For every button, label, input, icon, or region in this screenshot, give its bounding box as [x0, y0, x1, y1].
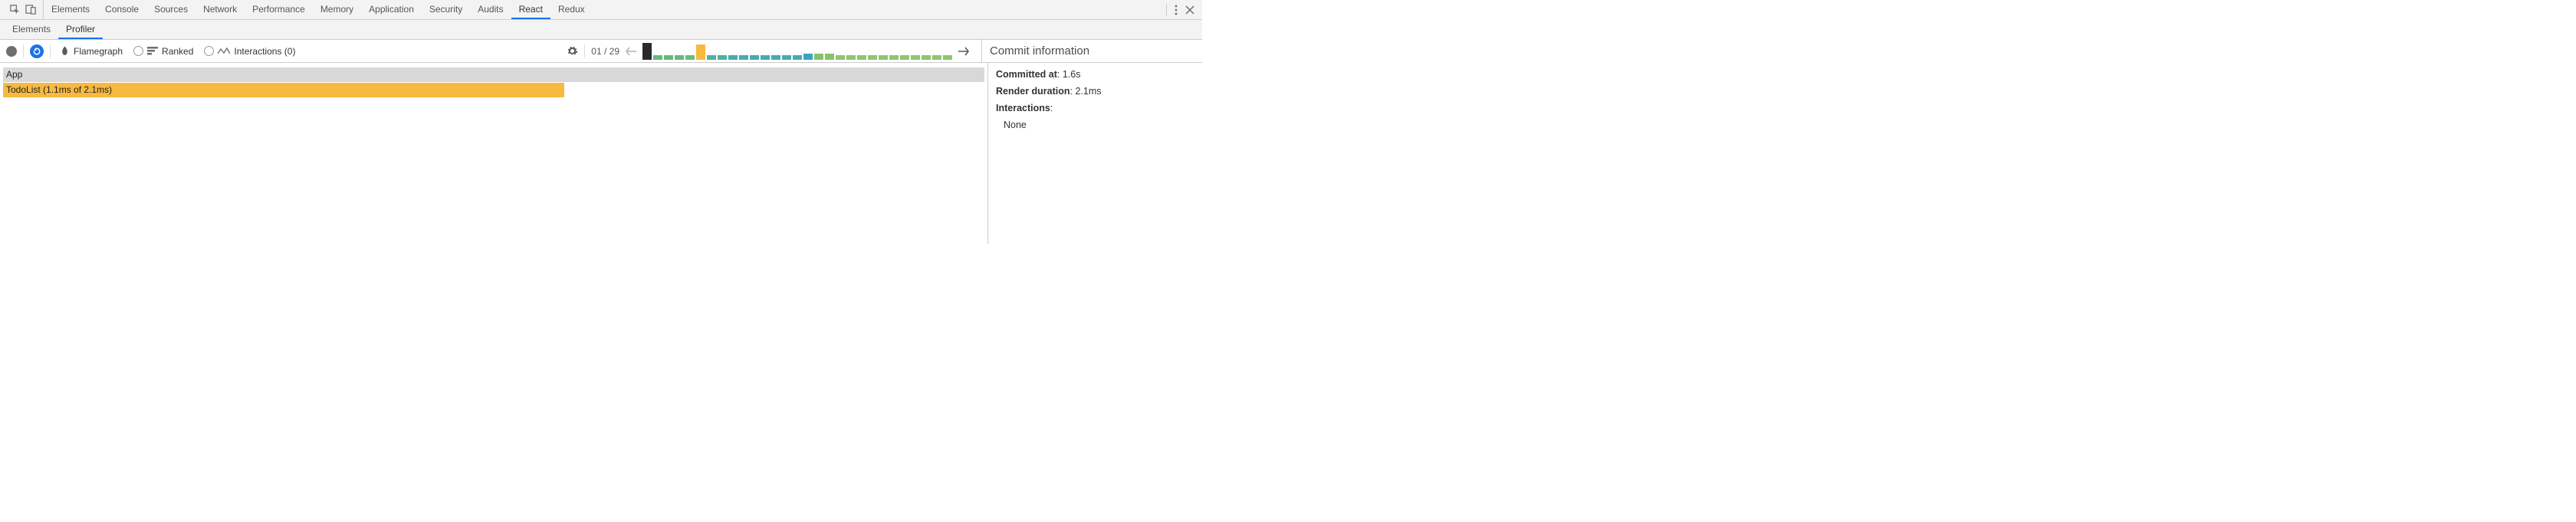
devtools-tab-memory[interactable]: Memory: [313, 0, 361, 19]
inspect-element-icon[interactable]: [9, 4, 21, 15]
devtools-tab-sources[interactable]: Sources: [146, 0, 196, 19]
flame-bar-app[interactable]: App: [3, 67, 984, 82]
devtools-tab-performance[interactable]: Performance: [245, 0, 313, 19]
interactions-row: Interactions:: [996, 103, 1194, 113]
kebab-menu-icon[interactable]: [1175, 5, 1178, 15]
radio-icon: [204, 46, 214, 56]
commit-bar[interactable]: [728, 55, 738, 60]
interactions-icon: [218, 48, 230, 55]
flamegraph-label: Flamegraph: [74, 46, 123, 57]
commit-bar[interactable]: [943, 55, 952, 60]
next-commit-button[interactable]: [957, 47, 971, 56]
commit-bar[interactable]: [900, 55, 909, 60]
prev-commit-button[interactable]: [624, 47, 638, 56]
commit-bar[interactable]: [696, 44, 705, 60]
commit-bar[interactable]: [761, 55, 770, 60]
ranked-label: Ranked: [162, 46, 193, 57]
react-sub-tabs: ElementsProfiler: [0, 20, 1202, 40]
devtools-tab-console[interactable]: Console: [97, 0, 146, 19]
flamegraph-mode[interactable]: Flamegraph: [57, 46, 126, 57]
commit-bar[interactable]: [685, 55, 695, 60]
interactions-label: Interactions: [996, 103, 1050, 113]
commit-bar[interactable]: [922, 55, 931, 60]
commit-index-label: 01 / 29: [591, 46, 619, 57]
commit-bar[interactable]: [814, 54, 823, 60]
flame-icon: [60, 46, 70, 57]
commit-bar[interactable]: [793, 55, 802, 60]
commit-bar[interactable]: [911, 55, 920, 60]
interactions-none: None: [996, 120, 1194, 130]
commit-bar[interactable]: [707, 55, 716, 60]
commit-bar[interactable]: [868, 55, 877, 60]
commit-bar[interactable]: [664, 55, 673, 60]
commit-bar[interactable]: [932, 55, 941, 60]
commit-bar[interactable]: [836, 55, 845, 60]
ranked-icon: [147, 47, 158, 55]
committed-at-label: Committed at: [996, 69, 1057, 80]
devtools-left-tools: [3, 0, 44, 19]
committed-at-row: Committed at: 1.6s: [996, 69, 1194, 80]
ranked-mode[interactable]: Ranked: [130, 46, 196, 57]
devtools-tab-strip: ElementsConsoleSourcesNetworkPerformance…: [0, 0, 1202, 20]
commit-bar[interactable]: [739, 55, 748, 60]
committed-at-value: 1.6s: [1063, 69, 1081, 80]
separator: [23, 44, 24, 58]
commit-bar[interactable]: [879, 55, 888, 60]
react-subtab-profiler[interactable]: Profiler: [58, 20, 103, 39]
commit-bar[interactable]: [825, 54, 834, 60]
separator: [50, 44, 51, 58]
commit-strip[interactable]: [642, 43, 952, 60]
flamegraph-area: App TodoList (1.1ms of 2.1ms): [0, 63, 987, 244]
devtools-tab-security[interactable]: Security: [422, 0, 470, 19]
commit-bar[interactable]: [782, 55, 791, 60]
commit-bar[interactable]: [675, 55, 684, 60]
interactions-mode[interactable]: Interactions (0): [201, 46, 298, 57]
commit-bar[interactable]: [803, 54, 813, 60]
react-subtab-elements[interactable]: Elements: [5, 20, 58, 39]
commit-info-title: Commit information: [981, 40, 1196, 62]
commit-bar[interactable]: [653, 55, 662, 60]
commit-bar[interactable]: [771, 55, 780, 60]
separator: [584, 44, 585, 58]
reload-button[interactable]: [30, 44, 44, 58]
commit-bar[interactable]: [857, 55, 866, 60]
commit-navigator: 01 / 29: [567, 43, 971, 60]
devtools-tabs: ElementsConsoleSourcesNetworkPerformance…: [44, 0, 593, 19]
profiler-main: App TodoList (1.1ms of 2.1ms) Committed …: [0, 63, 1202, 244]
commit-bar[interactable]: [750, 55, 759, 60]
commit-bar[interactable]: [642, 43, 652, 60]
commit-bar[interactable]: [846, 55, 856, 60]
record-button[interactable]: [6, 46, 17, 57]
render-duration-value: 2.1ms: [1076, 86, 1102, 97]
separator: [1166, 4, 1167, 16]
settings-icon[interactable]: [567, 45, 578, 57]
devtools-tab-network[interactable]: Network: [196, 0, 245, 19]
devtools-tab-react[interactable]: React: [511, 0, 550, 19]
render-duration-label: Render duration: [996, 86, 1070, 97]
radio-icon: [133, 46, 143, 56]
profiler-toolbar: Flamegraph Ranked Interactions (0) 01 / …: [0, 40, 1202, 63]
device-toolbar-icon[interactable]: [25, 4, 37, 15]
render-duration-row: Render duration: 2.1ms: [996, 86, 1194, 97]
close-icon[interactable]: [1185, 5, 1194, 15]
interactions-label: Interactions (0): [234, 46, 295, 57]
devtools-tab-redux[interactable]: Redux: [550, 0, 593, 19]
commit-bar[interactable]: [718, 55, 727, 60]
flame-bar-todolist[interactable]: TodoList (1.1ms of 2.1ms): [3, 83, 564, 97]
devtools-tab-audits[interactable]: Audits: [470, 0, 511, 19]
commit-bar[interactable]: [889, 55, 899, 60]
devtools-tab-elements[interactable]: Elements: [44, 0, 97, 19]
commit-info-panel: Committed at: 1.6s Render duration: 2.1m…: [987, 63, 1202, 244]
devtools-tab-application[interactable]: Application: [361, 0, 422, 19]
devtools-right-tools: [1166, 0, 1199, 19]
